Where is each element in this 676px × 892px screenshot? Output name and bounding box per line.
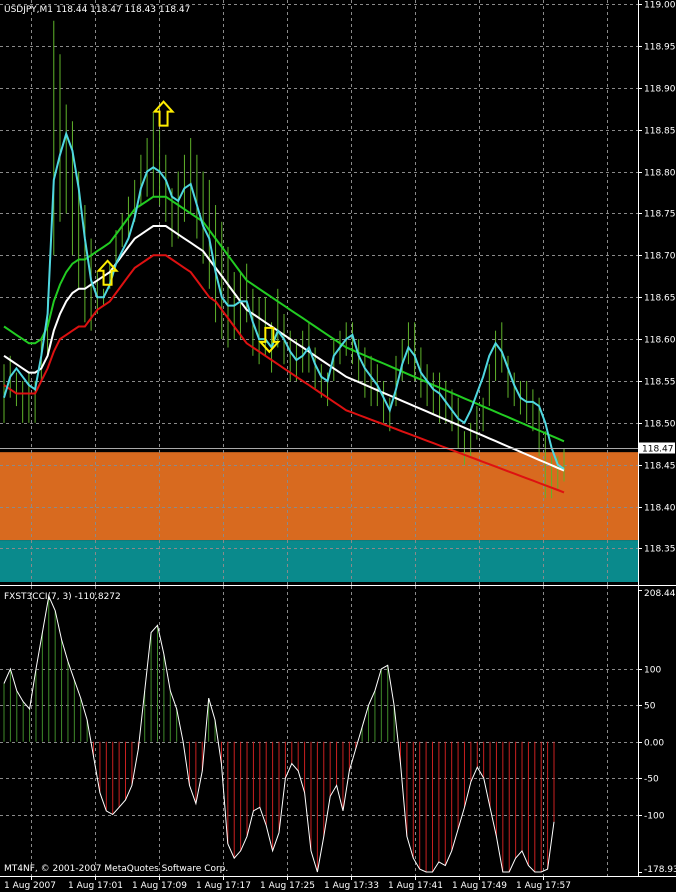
indicator-header: FXST3CCI(7, 3) -110.8272 — [4, 592, 121, 602]
price-axis-label: 119.00 — [644, 1, 676, 11]
copyright-text: MT4NF, © 2001-2007 MetaQuotes Software C… — [4, 864, 228, 874]
time-axis-label: 1 Aug 17:33 — [324, 881, 379, 891]
time-axis-label: 1 Aug 17:17 — [196, 881, 251, 891]
current-price-label: 118.47 — [642, 445, 674, 455]
time-axis-label: 1 Aug 17:57 — [516, 881, 571, 891]
indicator-axis-label: -178.934 — [644, 865, 676, 875]
time-axis-label: 1 Aug 17:09 — [132, 881, 187, 891]
time-axis-label: 1 Aug 2007 — [4, 881, 56, 891]
time-axis-label: 1 Aug 17:49 — [452, 881, 507, 891]
price-axis-label: 118.40 — [644, 504, 676, 514]
indicator-axis-label: 50 — [644, 702, 656, 712]
indicator-axis-label: 0.00 — [644, 739, 664, 749]
price-axis-label: 118.60 — [644, 336, 676, 346]
time-axis-label: 1 Aug 17:25 — [260, 881, 315, 891]
time-axis-label: 1 Aug 17:01 — [68, 881, 123, 891]
price-axis-label: 118.85 — [644, 127, 676, 137]
indicator-axis-label: 208.448 — [644, 589, 676, 599]
price-axis-label: 118.55 — [644, 378, 676, 388]
price-axis-label: 118.75 — [644, 210, 676, 220]
indicator-axis-label: -50 — [644, 775, 659, 785]
chart-canvas: USDJPY,M1 118.44 118.47 118.43 118.47 11… — [0, 0, 676, 892]
price-axis-label: 118.90 — [644, 85, 676, 95]
indicator-axis-label: 100 — [644, 666, 661, 676]
indicator-axis-label: -100 — [644, 812, 665, 822]
price-axis-label: 118.45 — [644, 462, 676, 472]
price-axis-label: 118.70 — [644, 252, 676, 262]
main-chart-header: USDJPY,M1 118.44 118.47 118.43 118.47 — [4, 5, 190, 15]
price-axis-label: 118.95 — [644, 43, 676, 53]
price-axis-label: 118.50 — [644, 420, 676, 430]
price-axis-label: 118.65 — [644, 294, 676, 304]
price-axis-label: 118.35 — [644, 545, 676, 555]
time-axis-label: 1 Aug 17:41 — [388, 881, 443, 891]
price-axis-label: 118.80 — [644, 169, 676, 179]
